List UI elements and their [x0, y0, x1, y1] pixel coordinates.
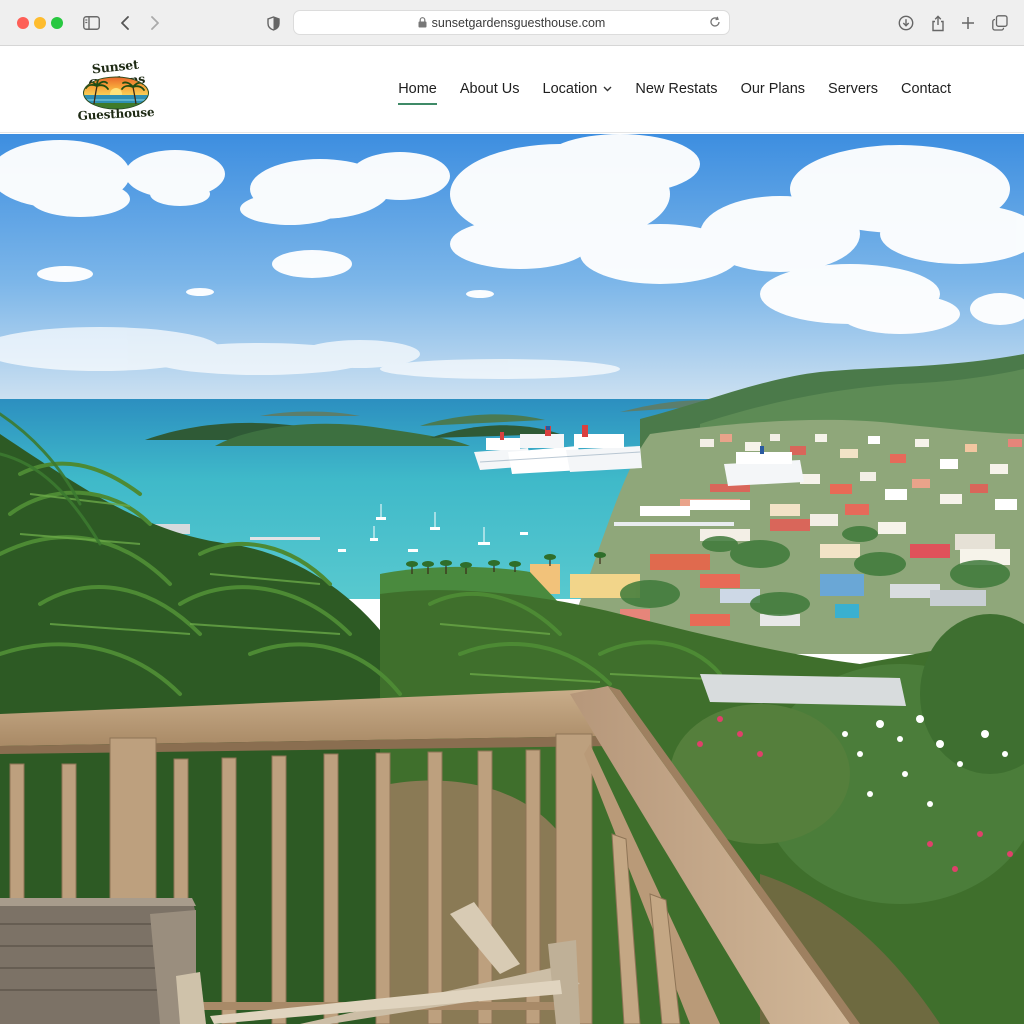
lock-icon	[418, 17, 427, 28]
nav-item-home[interactable]: Home	[398, 81, 437, 105]
plus-icon[interactable]	[957, 12, 979, 34]
address-bar[interactable]: sunsetgardensguesthouse.com	[293, 10, 730, 35]
nav-item-contact[interactable]: Contact	[901, 81, 951, 97]
nav-item-about-us[interactable]: About Us	[460, 81, 520, 97]
shield-icon[interactable]	[262, 12, 284, 34]
browser-toolbar: sunsetgardensguesthouse.com	[0, 0, 1024, 46]
logo[interactable]: Sunset Gardens	[66, 55, 166, 125]
main-nav: Home About Us Location New Restats Our P…	[375, 81, 951, 105]
harbor-view-illustration	[0, 134, 1024, 1024]
close-window-button[interactable]	[17, 17, 29, 29]
logo-subtitle: Guesthouse	[77, 105, 155, 123]
nav-item-servers[interactable]: Servers	[828, 81, 878, 97]
download-icon[interactable]	[895, 12, 917, 34]
tabs-icon[interactable]	[989, 12, 1011, 34]
forward-icon[interactable]	[144, 12, 166, 34]
minimize-window-button[interactable]	[34, 17, 46, 29]
deck-table	[0, 898, 196, 1024]
back-icon[interactable]	[114, 12, 136, 34]
maximize-window-button[interactable]	[51, 17, 63, 29]
nav-item-our-plans[interactable]: Our Plans	[741, 81, 805, 97]
hero-image	[0, 134, 1024, 1024]
share-icon[interactable]	[927, 12, 949, 34]
reload-icon[interactable]	[709, 16, 721, 28]
nav-item-location[interactable]: Location	[543, 81, 613, 97]
url-text: sunsetgardensguesthouse.com	[431, 15, 606, 30]
nav-item-new-restats[interactable]: New Restats	[635, 81, 717, 97]
chevron-down-icon	[603, 86, 612, 92]
sidebar-icon[interactable]	[80, 12, 102, 34]
site-header: Sunset Gardens	[0, 47, 1024, 133]
